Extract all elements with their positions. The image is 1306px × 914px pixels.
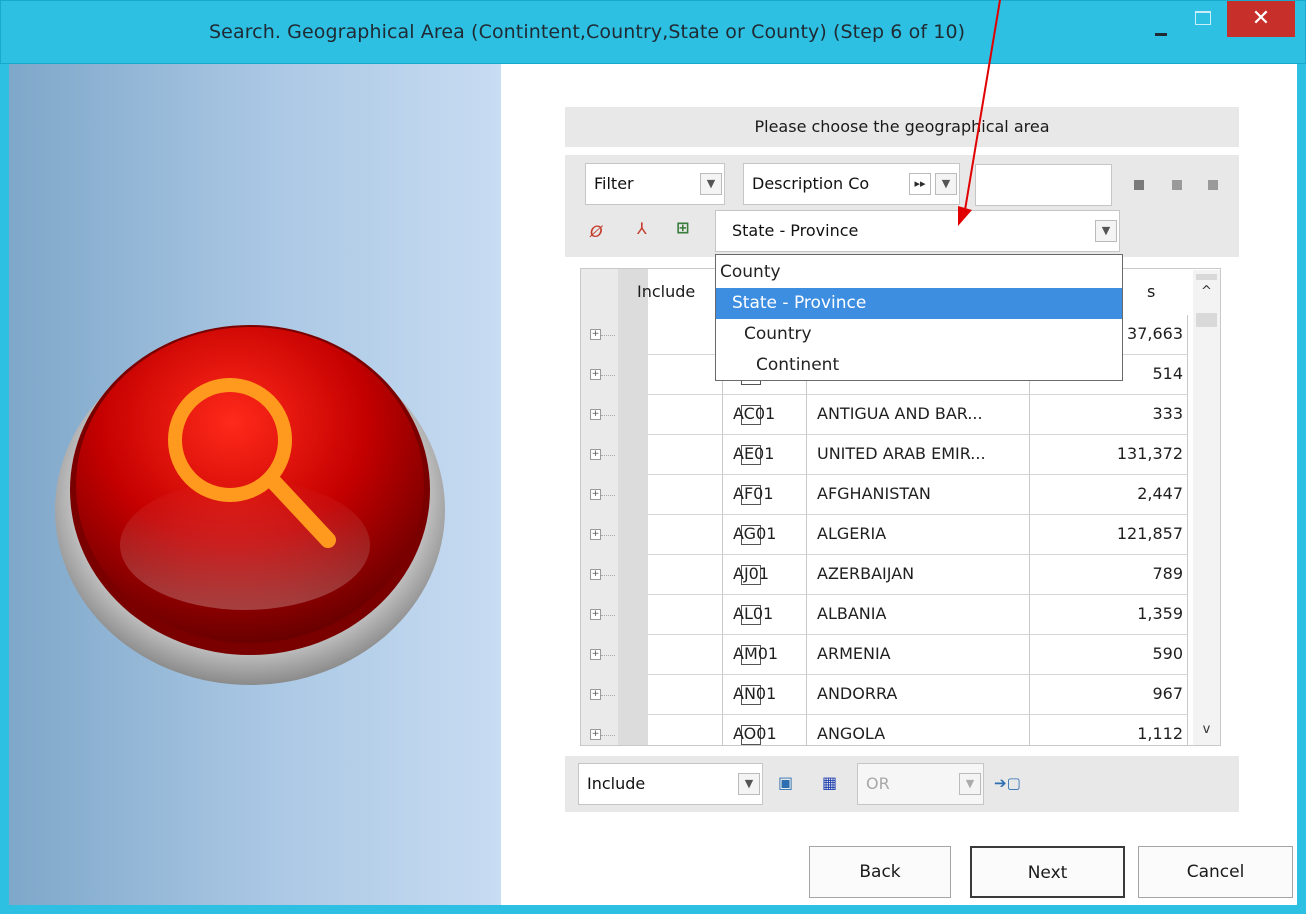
cell-count: 121,857 <box>1029 515 1188 555</box>
table-row[interactable]: + AJ01 AZERBAIJAN 789 <box>581 555 1188 595</box>
minimize-icon[interactable] <box>1151 15 1171 36</box>
column-header-include[interactable]: Include <box>637 269 717 315</box>
first-page-icon[interactable] <box>1134 180 1144 190</box>
dropdown-item-continent[interactable]: Continent <box>716 350 1122 381</box>
cell-description: AZERBAIJAN <box>806 555 1029 595</box>
cell-count: 333 <box>1029 395 1188 435</box>
next-page-icon[interactable] <box>1208 180 1218 190</box>
expand-icon[interactable]: + <box>590 649 601 660</box>
cell-description: UNITED ARAB EMIR... <box>806 435 1029 475</box>
expand-icon[interactable]: + <box>590 449 601 460</box>
expand-icon[interactable]: + <box>590 369 601 380</box>
cell-count: 131,372 <box>1029 435 1188 475</box>
expand-icon[interactable]: + <box>590 609 601 620</box>
area-level-select[interactable]: State - Province ▼ <box>715 210 1120 252</box>
dropdown-item-county[interactable]: County <box>716 257 1122 288</box>
remove-filter-icon[interactable]: ⅄ <box>637 219 647 238</box>
include-mode-select[interactable]: Include ▼ <box>578 763 763 805</box>
title-bar: Search. Geographical Area (Contintent,Co… <box>0 0 1306 64</box>
cell-code: AM01 <box>722 635 806 675</box>
chevron-down-icon[interactable]: ▼ <box>935 173 957 195</box>
tree-select-icon[interactable]: ⊞ <box>676 218 689 237</box>
filter-value-input[interactable] <box>975 164 1112 206</box>
cell-description: ANDORRA <box>806 675 1029 715</box>
chevron-down-icon[interactable]: ▼ <box>700 173 722 195</box>
cell-count: 1,359 <box>1029 595 1188 635</box>
scroll-down-icon[interactable]: v <box>1193 722 1220 737</box>
filter-field-value: Description Co <box>752 174 870 193</box>
expand-icon[interactable]: + <box>590 729 601 740</box>
cell-code: AO01 <box>722 715 806 745</box>
cell-code: AL01 <box>722 595 806 635</box>
dropdown-item-country[interactable]: Country <box>716 319 1122 350</box>
table-row[interactable]: + AM01 ARMENIA 590 <box>581 635 1188 675</box>
clear-filter-icon[interactable]: Ø <box>590 222 603 241</box>
table-row[interactable]: + AO01 ANGOLA 1,112 <box>581 715 1188 745</box>
expand-icon[interactable]: + <box>590 329 601 340</box>
cell-code: AC01 <box>722 395 806 435</box>
scroll-up-icon[interactable]: ^ <box>1193 284 1220 299</box>
filter-mode-select[interactable]: Filter ▼ <box>585 163 725 205</box>
prev-page-icon[interactable] <box>1172 180 1182 190</box>
cell-code: AG01 <box>722 515 806 555</box>
table-row[interactable]: + AC01 ANTIGUA AND BAR... 333 <box>581 395 1188 435</box>
fast-forward-icon[interactable]: ▸▸ <box>909 173 931 195</box>
cell-count: 1,112 <box>1029 715 1188 745</box>
table-row[interactable]: + AL01 ALBANIA 1,359 <box>581 595 1188 635</box>
add-condition-icon[interactable]: ➔▢ <box>994 774 1021 792</box>
back-button[interactable]: Back <box>809 846 951 898</box>
step-instruction: Please choose the geographical area <box>565 107 1239 147</box>
cell-description: ALGERIA <box>806 515 1029 555</box>
chevron-down-icon[interactable]: ▼ <box>1095 220 1117 242</box>
cell-description: ARMENIA <box>806 635 1029 675</box>
cell-code: AN01 <box>722 675 806 715</box>
cell-count: 967 <box>1029 675 1188 715</box>
close-icon[interactable]: ✕ <box>1227 1 1295 37</box>
cell-code: AJ01 <box>722 555 806 595</box>
table-row[interactable]: + AF01 AFGHANISTAN 2,447 <box>581 475 1188 515</box>
column-header-count[interactable]: s <box>1147 269 1167 315</box>
chevron-down-icon[interactable]: ▼ <box>738 773 760 795</box>
window-title: Search. Geographical Area (Contintent,Co… <box>209 21 966 43</box>
next-button[interactable]: Next <box>970 846 1125 898</box>
maximize-icon[interactable] <box>1195 11 1211 25</box>
expand-icon[interactable]: + <box>590 569 601 580</box>
table-row[interactable]: + AE01 UNITED ARAB EMIR... 131,372 <box>581 435 1188 475</box>
search-magnifier-icon <box>55 325 445 685</box>
expand-icon[interactable]: + <box>590 489 601 500</box>
cell-description: ANTIGUA AND BAR... <box>806 395 1029 435</box>
cell-count: 2,447 <box>1029 475 1188 515</box>
scroll-thumb[interactable] <box>1196 313 1217 327</box>
table-row[interactable]: + AG01 ALGERIA 121,857 <box>581 515 1188 555</box>
expand-icon[interactable]: + <box>590 529 601 540</box>
cell-count: 590 <box>1029 635 1188 675</box>
include-mode-value: Include <box>587 774 646 793</box>
cell-code: AE01 <box>722 435 806 475</box>
cell-code: AF01 <box>722 475 806 515</box>
expand-icon[interactable]: + <box>590 409 601 420</box>
cell-count: 789 <box>1029 555 1188 595</box>
chevron-down-icon[interactable]: ▼ <box>959 773 981 795</box>
properties-icon[interactable]: ▣ <box>778 773 793 792</box>
area-level-dropdown[interactable]: County State - Province Country Continen… <box>715 254 1123 381</box>
filter-mode-value: Filter <box>594 174 634 193</box>
cancel-button[interactable]: Cancel <box>1138 846 1293 898</box>
area-level-value: State - Province <box>732 221 859 240</box>
cell-description: ANGOLA <box>806 715 1029 745</box>
dropdown-item-state-province[interactable]: State - Province <box>716 288 1122 319</box>
grid-vertical-scrollbar[interactable]: ^ v <box>1193 270 1220 745</box>
cell-description: AFGHANISTAN <box>806 475 1029 515</box>
operator-select[interactable]: OR ▼ <box>857 763 984 805</box>
expand-icon[interactable]: + <box>590 689 601 700</box>
grid-icon[interactable]: ▦ <box>822 773 837 792</box>
operator-value: OR <box>866 774 890 793</box>
cell-description: ALBANIA <box>806 595 1029 635</box>
table-row[interactable]: + AN01 ANDORRA 967 <box>581 675 1188 715</box>
filter-field-select[interactable]: Description Co ▸▸ ▼ <box>743 163 960 205</box>
